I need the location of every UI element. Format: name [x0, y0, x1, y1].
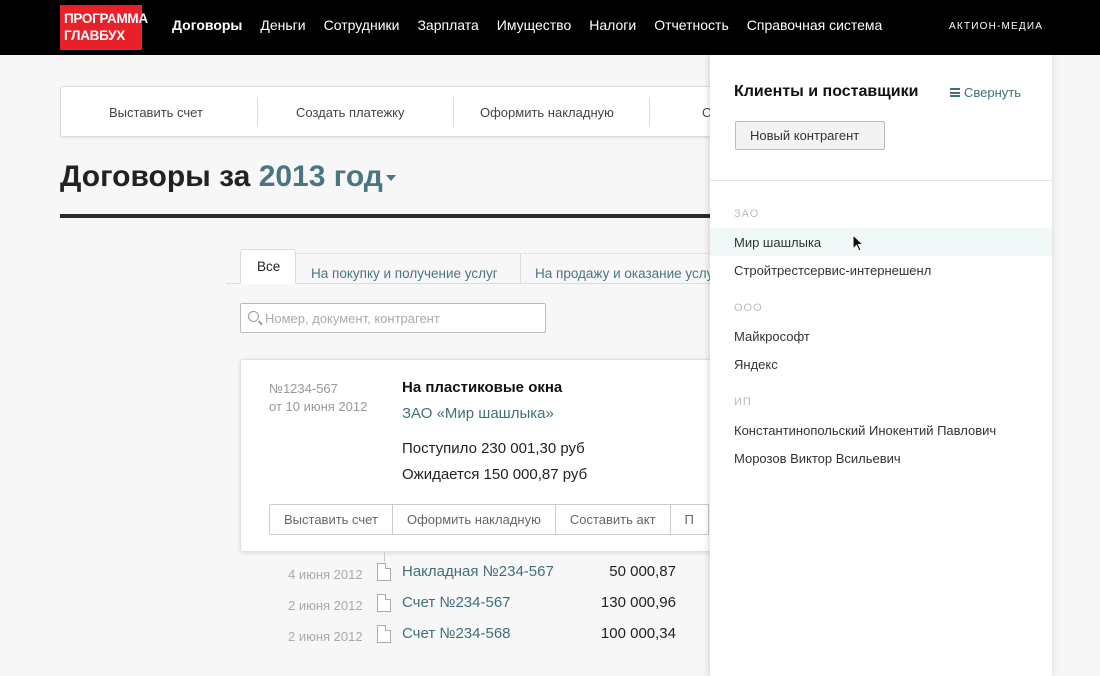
group-label-ooo: ООО [734, 302, 763, 314]
search-input[interactable] [265, 309, 535, 327]
page-title: Договоры за 2013 год [60, 160, 396, 194]
counterparty-item[interactable]: Стройтрестсервис-интернешенл [710, 256, 1052, 284]
more-button[interactable]: П [669, 504, 709, 535]
issue-invoice-action[interactable]: Выставить счет [109, 105, 203, 120]
divider [257, 97, 258, 127]
menu-icon [950, 88, 960, 98]
panel-title: Клиенты и поставщики [734, 83, 919, 100]
document-amount: 50 000,87 [609, 563, 676, 580]
nav-item-money[interactable]: Деньги [260, 17, 305, 33]
nav-item-employees[interactable]: Сотрудники [324, 17, 400, 33]
document-link[interactable]: Накладная №234-567 [402, 563, 554, 580]
document-amount: 130 000,96 [600, 594, 676, 611]
received-amount: Поступило 230 001,30 руб [402, 440, 585, 457]
chevron-down-icon [385, 175, 396, 182]
divider [649, 97, 650, 127]
divider [710, 180, 1052, 181]
tab-all[interactable]: Все [240, 249, 296, 284]
document-date: 2 июня 2012 [288, 629, 363, 644]
tab-sales[interactable]: На продажу и оказание услуг [521, 253, 710, 283]
contract-number: №1234-567 [269, 381, 338, 396]
nav-item-contracts[interactable]: Договоры [172, 17, 242, 33]
divider [453, 97, 454, 127]
collapse-panel-button[interactable]: Свернуть [950, 85, 1021, 100]
new-counterparty-button[interactable]: Новый контрагент [735, 121, 885, 150]
nav-item-taxes[interactable]: Налоги [589, 17, 636, 33]
tab-purchases[interactable]: На покупку и получение услуг [296, 253, 521, 283]
document-icon [377, 625, 391, 643]
list-item: 2 июня 2012 Счет №234-567 130 000,96 [0, 594, 720, 618]
document-amount: 100 000,34 [600, 625, 676, 642]
contract-action-buttons: Выставить счет Оформить накладную Состав… [269, 504, 709, 535]
list-item: 2 июня 2012 Счет №234-568 100 000,34 [0, 625, 720, 649]
group-label-ip: ИП [734, 396, 752, 408]
create-act-button[interactable]: Составить акт [554, 504, 671, 535]
logo-line1: ПРОГРАММА [64, 11, 148, 26]
document-date: 4 июня 2012 [288, 567, 363, 582]
document-date: 2 июня 2012 [288, 598, 363, 613]
top-navigation-bar: ПРОГРАММА ГЛАВБУХ Договоры Деньги Сотруд… [0, 0, 1100, 55]
expected-amount: Ожидается 150 000,87 руб [402, 466, 588, 483]
tabs-baseline [226, 283, 710, 284]
nav-item-salary[interactable]: Зарплата [417, 17, 478, 33]
contract-party-link[interactable]: ЗАО «Мир шашлыка» [402, 405, 554, 422]
search-icon [248, 311, 259, 322]
nav-item-reference[interactable]: Справочная система [747, 17, 883, 33]
page-title-prefix: Договоры за [60, 160, 251, 193]
create-waybill-button[interactable]: Оформить накладную [391, 504, 556, 535]
search-box [240, 303, 546, 333]
logo-line2: ГЛАВБУХ [64, 28, 125, 43]
counterparty-item[interactable]: Константинопольский Инокентий Павлович [710, 416, 1052, 444]
nav-item-reports[interactable]: Отчетность [654, 17, 729, 33]
mouse-cursor-icon [852, 234, 865, 252]
main-nav: Договоры Деньги Сотрудники Зарплата Имущ… [172, 17, 900, 33]
nav-item-property[interactable]: Имущество [497, 17, 571, 33]
tree-connector [384, 552, 385, 562]
counterparty-item[interactable]: Яндекс [710, 350, 1052, 378]
year-label: 2013 год [258, 160, 383, 193]
contract-title: На пластиковые окна [402, 379, 563, 396]
create-payment-action[interactable]: Создать платежку [296, 105, 405, 120]
year-selector[interactable]: 2013 год [259, 160, 396, 193]
quick-actions-bar: Выставить счет Создать платежку Оформить… [60, 86, 760, 137]
document-icon [377, 563, 391, 581]
group-label-zao: ЗАО [734, 208, 760, 220]
counterparty-item[interactable]: Мир шашлыка [710, 228, 1052, 256]
counterparty-item[interactable]: Морозов Виктор Всильевич [710, 444, 1052, 472]
brand-label[interactable]: АКТИОН-МЕДИА [949, 21, 1043, 32]
create-waybill-action[interactable]: Оформить накладную [480, 105, 614, 120]
contract-card: №1234-567 от 10 июня 2012 На пластиковые… [240, 359, 720, 552]
issue-invoice-button[interactable]: Выставить счет [269, 504, 393, 535]
counterparty-item[interactable]: Майкрософт [710, 322, 1052, 350]
collapse-label: Свернуть [964, 85, 1022, 100]
app-logo[interactable]: ПРОГРАММА ГЛАВБУХ [60, 5, 148, 50]
title-underline [60, 214, 710, 218]
list-item: 4 июня 2012 Накладная №234-567 50 000,87 [0, 563, 720, 587]
contract-date: от 10 июня 2012 [269, 399, 368, 414]
document-link[interactable]: Счет №234-567 [402, 594, 511, 611]
document-icon [377, 594, 391, 612]
counterparties-panel: Клиенты и поставщики Свернуть Новый конт… [710, 55, 1052, 676]
document-link[interactable]: Счет №234-568 [402, 625, 511, 642]
